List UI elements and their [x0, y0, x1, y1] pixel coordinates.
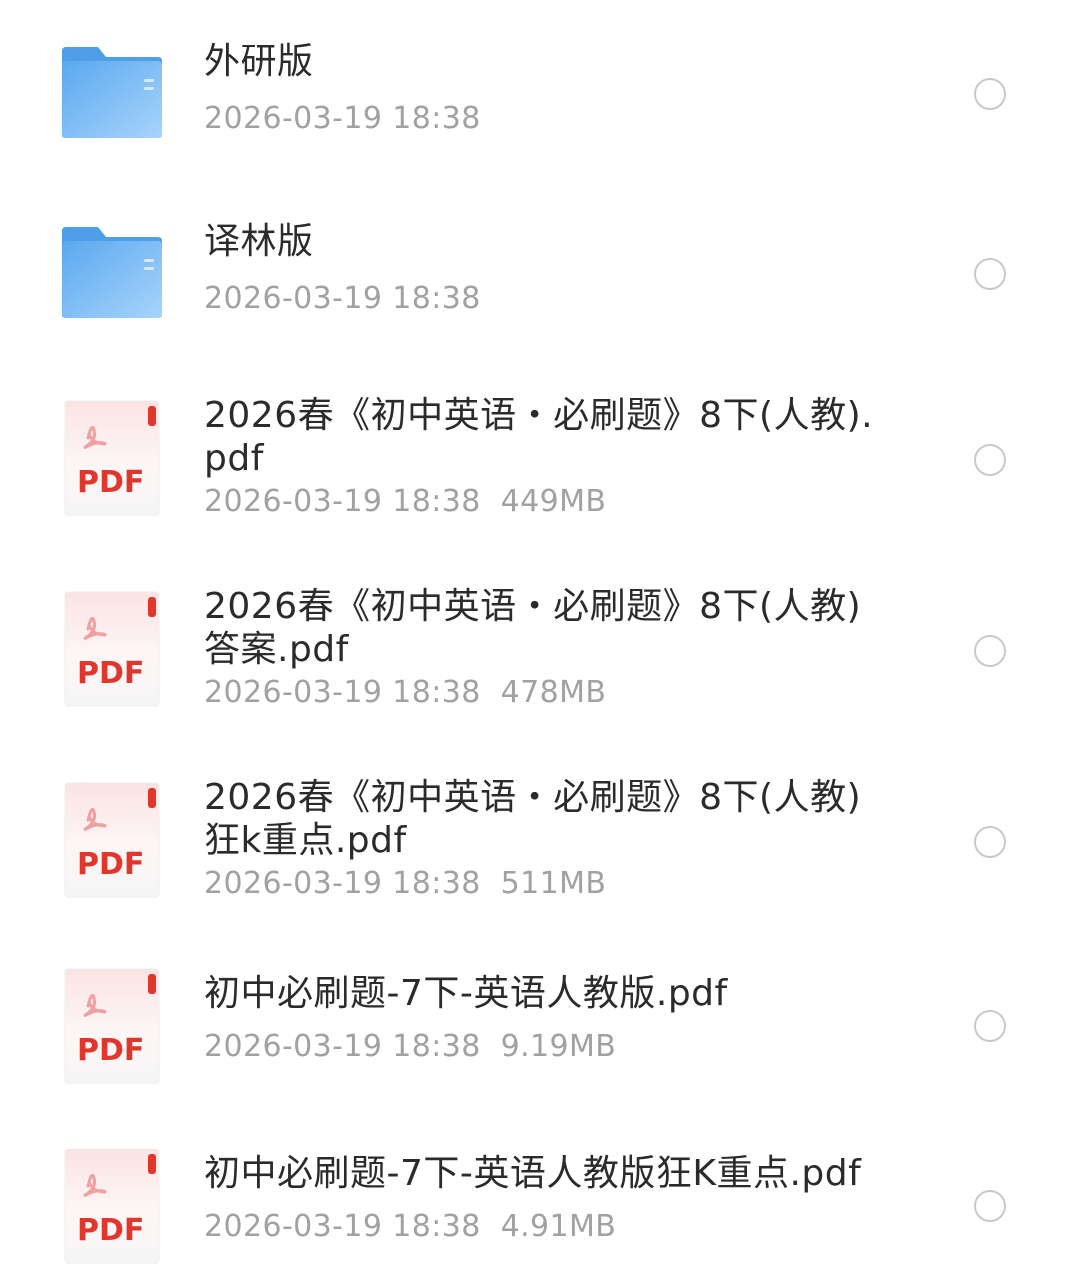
file-meta: 2026-03-19 18:38 9.19MB	[204, 1029, 617, 1064]
select-circle[interactable]	[974, 826, 1006, 858]
select-circle[interactable]	[974, 78, 1006, 110]
file-meta: 2026-03-19 18:38 478MB	[204, 675, 607, 710]
file-meta: 2026-03-19 18:38	[204, 101, 481, 136]
file-meta: 2026-03-19 18:38 4.91MB	[204, 1209, 617, 1244]
file-meta: 2026-03-19 18:38 511MB	[204, 866, 607, 901]
file-name: 初中必刷题-7下-英语人教版狂K重点.pdf	[204, 1153, 862, 1194]
select-circle[interactable]	[974, 635, 1006, 667]
list-item-pdf[interactable]: PDF 2026春《初中英语・必刷题》8下(人教).pdf 2026-03-19…	[0, 394, 1080, 522]
list-item-pdf[interactable]: PDF 初中必刷题-7下-英语人教版.pdf 2026-03-19 18:38 …	[0, 968, 1080, 1084]
file-name: 2026春《初中英语・必刷题》8下(人教).pdf	[204, 395, 874, 479]
pdf-badge: PDF	[77, 1213, 144, 1248]
select-circle[interactable]	[974, 258, 1006, 290]
select-circle[interactable]	[974, 444, 1006, 476]
pdf-icon: PDF	[64, 400, 160, 516]
pdf-badge: PDF	[77, 656, 144, 691]
pdf-icon: PDF	[64, 591, 160, 707]
file-name: 译林版	[204, 221, 314, 262]
list-item-folder-yilin[interactable]: 译林版 2026-03-19 18:38	[0, 220, 1080, 330]
file-name: 2026春《初中英语・必刷题》8下(人教)狂k重点.pdf	[204, 777, 862, 861]
select-circle[interactable]	[974, 1190, 1006, 1222]
pdf-icon: PDF	[64, 968, 160, 1084]
select-circle[interactable]	[974, 1010, 1006, 1042]
file-name: 2026春《初中英语・必刷题》8下(人教)答案.pdf	[204, 586, 862, 670]
file-meta: 2026-03-19 18:38 449MB	[204, 484, 607, 519]
folder-icon	[62, 227, 162, 318]
list-item-pdf[interactable]: PDF 2026春《初中英语・必刷题》8下(人教)狂k重点.pdf 2026-0…	[0, 776, 1080, 904]
file-name: 初中必刷题-7下-英语人教版.pdf	[204, 973, 728, 1014]
pdf-badge: PDF	[77, 847, 144, 882]
list-item-pdf[interactable]: PDF 2026春《初中英语・必刷题》8下(人教)答案.pdf 2026-03-…	[0, 585, 1080, 713]
file-name: 外研版	[204, 41, 314, 82]
folder-icon	[62, 47, 162, 138]
pdf-badge: PDF	[77, 1033, 144, 1068]
list-item-pdf[interactable]: PDF 初中必刷题-7下-英语人教版狂K重点.pdf 2026-03-19 18…	[0, 1148, 1080, 1264]
file-list: 外研版 2026-03-19 18:38 译林版 2026-03-19 18:3…	[0, 0, 1080, 1282]
list-item-folder-waiyan[interactable]: 外研版 2026-03-19 18:38	[0, 40, 1080, 150]
pdf-icon: PDF	[64, 782, 160, 898]
pdf-icon: PDF	[64, 1148, 160, 1264]
pdf-badge: PDF	[77, 465, 144, 500]
file-meta: 2026-03-19 18:38	[204, 281, 481, 316]
